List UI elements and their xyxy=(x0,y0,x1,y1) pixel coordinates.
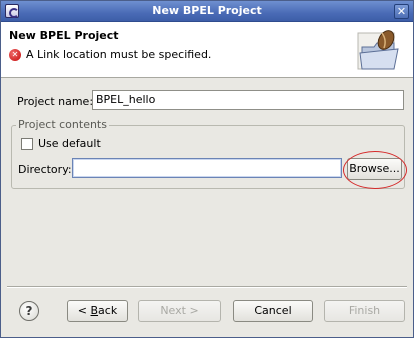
finish-button[interactable]: Finish xyxy=(324,300,405,322)
title-bar[interactable]: New BPEL Project ✕ xyxy=(1,1,413,22)
footer-separator xyxy=(7,286,407,288)
directory-label: Directory: xyxy=(18,163,72,176)
wizard-banner: New BPEL Project ✕ A Link location must … xyxy=(1,22,413,78)
directory-input[interactable] xyxy=(72,158,342,178)
next-button[interactable]: Next > xyxy=(138,300,221,322)
new-bpel-project-dialog: New BPEL Project ✕ New BPEL Project ✕ A … xyxy=(0,0,414,338)
wizard-title: New BPEL Project xyxy=(9,29,119,42)
use-default-label: Use default xyxy=(38,137,101,150)
window-title: New BPEL Project xyxy=(152,4,262,17)
use-default-checkbox[interactable]: Use default xyxy=(21,137,101,150)
close-icon[interactable]: ✕ xyxy=(394,4,409,19)
project-name-input[interactable]: BPEL_hello xyxy=(92,90,404,110)
project-name-label: Project name: xyxy=(17,95,94,108)
back-label-rest: ack xyxy=(98,304,118,317)
error-message-text: A Link location must be specified. xyxy=(26,48,212,61)
back-button[interactable]: < Back xyxy=(67,300,128,322)
back-mnemonic: B xyxy=(90,304,99,317)
project-contents-label: Project contents xyxy=(16,118,109,131)
back-arrow: < xyxy=(77,304,91,317)
help-icon[interactable]: ? xyxy=(19,301,39,321)
error-icon: ✕ xyxy=(9,48,21,61)
project-contents-group: Project contents xyxy=(11,118,405,189)
cancel-button[interactable]: Cancel xyxy=(233,300,313,322)
browse-highlight-circle xyxy=(343,151,407,189)
use-default-checkbox-box[interactable] xyxy=(21,137,33,150)
folder-bean-icon xyxy=(357,30,399,70)
wizard-message: ✕ A Link location must be specified. xyxy=(9,48,211,61)
